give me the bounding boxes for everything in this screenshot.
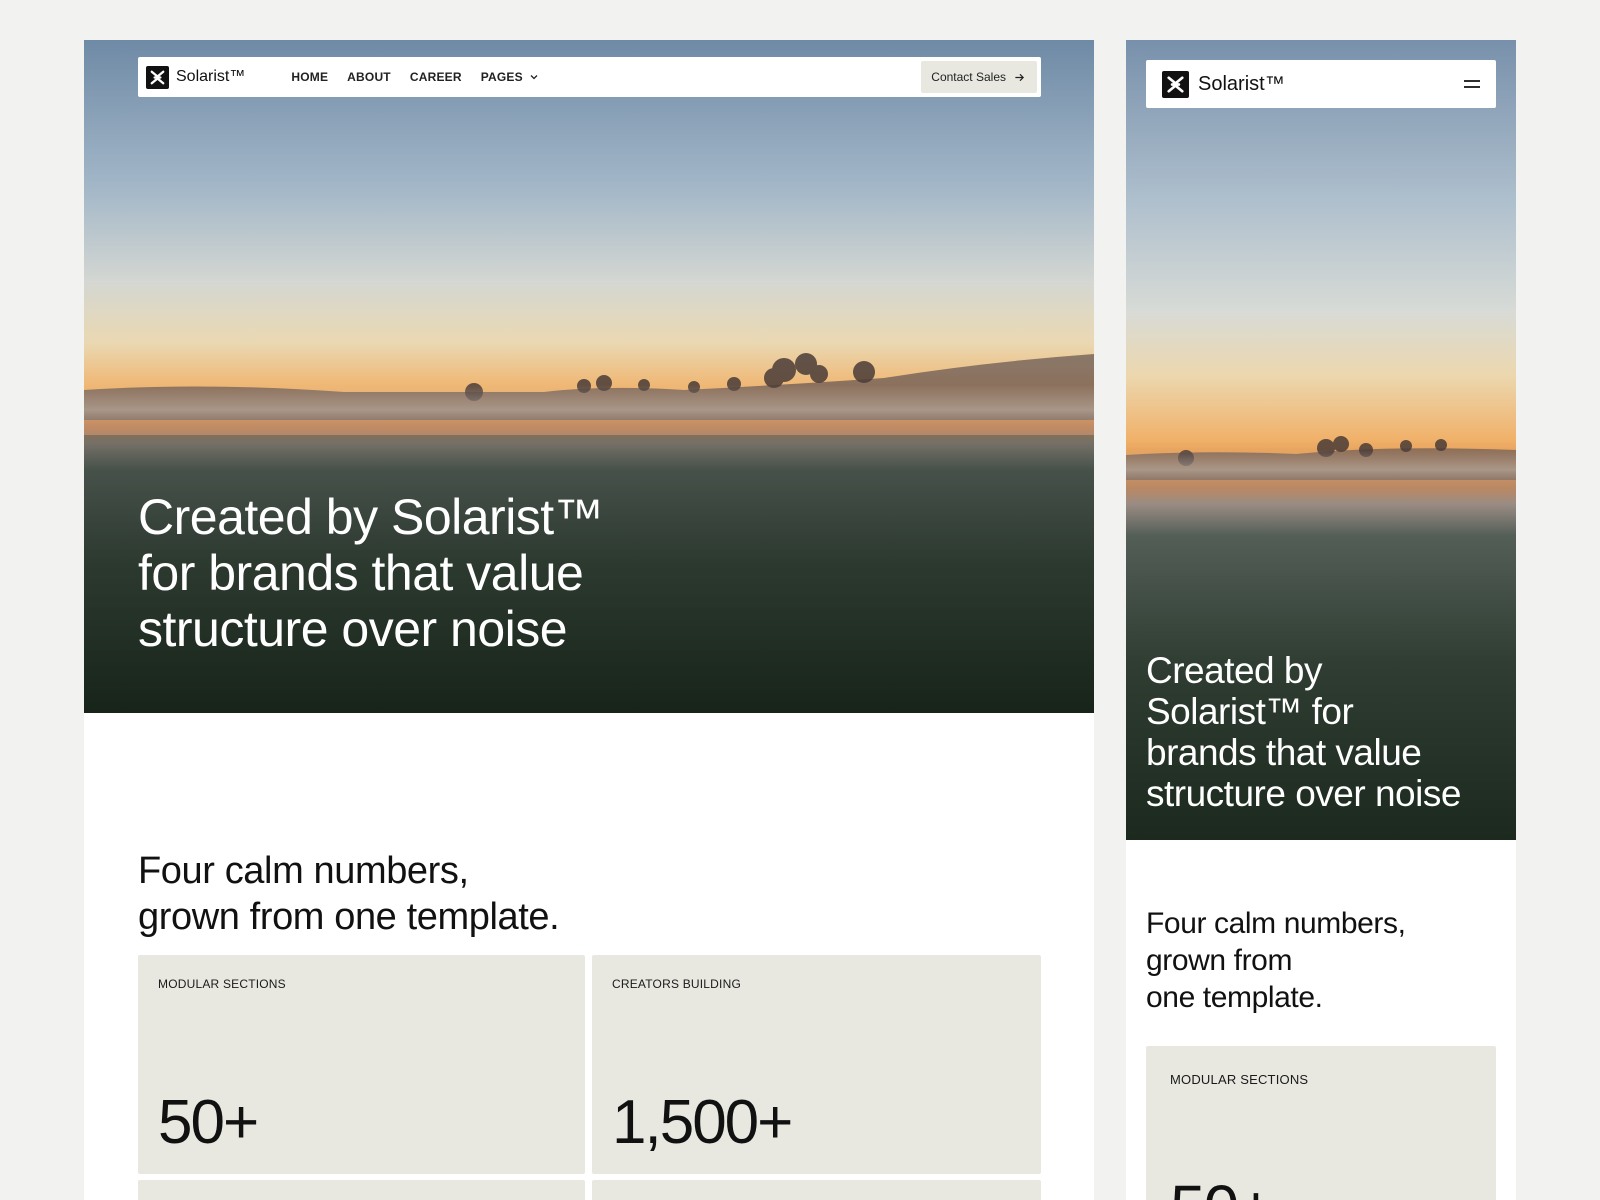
nav-link-career[interactable]: CAREER — [410, 70, 462, 84]
nav-link-home[interactable]: HOME — [291, 70, 328, 84]
stats-title-line-2: grown from one template. — [138, 896, 560, 938]
hero-headline-line-3: structure over noise — [138, 601, 568, 657]
brand[interactable]: Solarist™ — [1162, 70, 1285, 98]
arrow-right-icon — [1015, 73, 1025, 81]
stat-label: MODULAR SECTIONS — [158, 977, 286, 991]
hero-headline-line-2: for brands that value — [138, 545, 584, 601]
stats-title-line-1: Four calm numbers, — [1146, 907, 1406, 940]
stats-title-line-2: grown from — [1146, 944, 1293, 977]
stat-card-modular-sections: MODULAR SECTIONS 50+ — [1146, 1046, 1496, 1200]
nav-link-pages-label: PAGES — [480, 70, 523, 84]
contact-sales-label: Contact Sales — [931, 70, 1006, 84]
hero-headline-line-1: Created by Solarist™ — [138, 489, 604, 545]
hero-headline-line-1: Created by — [1146, 650, 1323, 691]
brand-name: Solarist™ — [1198, 72, 1285, 95]
stat-value: 1,500+ — [612, 1088, 793, 1157]
stat-card — [138, 1180, 585, 1200]
nav-links: HOME ABOUT CAREER PAGES — [291, 70, 538, 84]
mobile-preview: Solarist™ Created by Solarist™ for brand… — [1126, 40, 1516, 1200]
hamburger-menu-button[interactable] — [1462, 74, 1482, 94]
stat-label: CREATORS BUILDING — [612, 977, 741, 991]
desktop-preview: Solarist™ HOME ABOUT CAREER PAGES Contac… — [84, 40, 1094, 1200]
stats-title-line-3: one template. — [1146, 981, 1323, 1014]
hamburger-menu-icon — [1464, 80, 1480, 88]
stat-value: 50+ — [1170, 1176, 1275, 1200]
stat-card-creators-building: CREATORS BUILDING 1,500+ — [592, 955, 1041, 1174]
stats-section-title: Four calm numbers, grown from one templa… — [138, 848, 738, 940]
nav-link-pages[interactable]: PAGES — [481, 70, 539, 84]
mobile-navbar: Solarist™ — [1146, 60, 1496, 108]
stat-value: 50+ — [158, 1088, 259, 1157]
solarist-logo-icon — [146, 65, 169, 89]
stats-title-line-1: Four calm numbers, — [138, 850, 469, 892]
chevron-down-icon — [530, 75, 538, 80]
stat-card-modular-sections: MODULAR SECTIONS 50+ — [138, 955, 585, 1174]
stat-label: MODULAR SECTIONS — [1170, 1072, 1309, 1087]
hero-section: Solarist™ Created by Solarist™ for brand… — [1126, 40, 1516, 840]
solarist-logo-icon — [1162, 70, 1189, 98]
nav-link-about[interactable]: ABOUT — [347, 70, 391, 84]
hero-section: Solarist™ HOME ABOUT CAREER PAGES Contac… — [84, 40, 1094, 713]
hero-headline-line-3: brands that value — [1146, 732, 1422, 773]
stats-section-title: Four calm numbers, grown from one templa… — [1146, 905, 1486, 1016]
brand-name: Solarist™ — [176, 68, 246, 85]
hero-headline-line-4: structure over noise — [1146, 773, 1461, 814]
stat-card — [592, 1180, 1041, 1200]
hero-headline-line-2: Solarist™ for — [1146, 691, 1354, 732]
contact-sales-button[interactable]: Contact Sales — [921, 61, 1037, 93]
hero-headline: Created by Solarist™ for brands that val… — [138, 489, 738, 657]
brand[interactable]: Solarist™ — [146, 65, 246, 89]
desktop-navbar: Solarist™ HOME ABOUT CAREER PAGES Contac… — [138, 57, 1041, 97]
hero-headline: Created by Solarist™ for brands that val… — [1146, 650, 1506, 814]
